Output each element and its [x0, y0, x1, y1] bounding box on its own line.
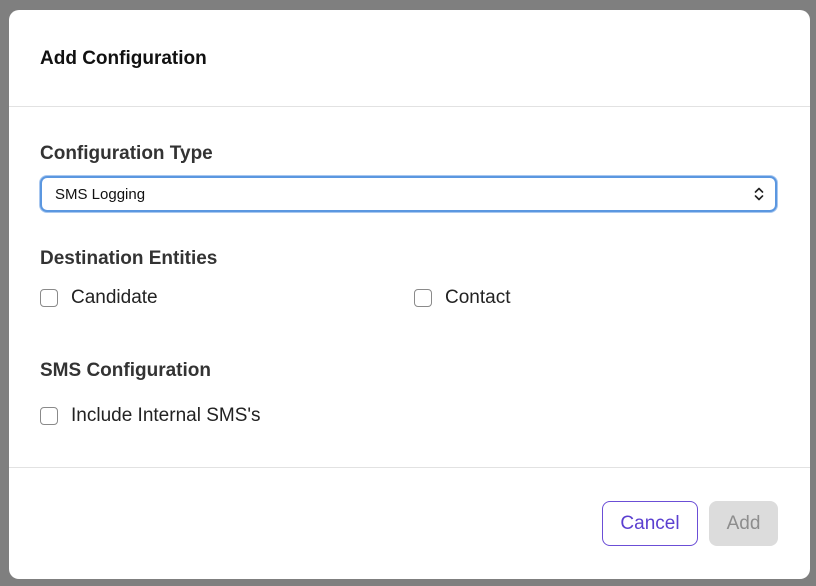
add-configuration-dialog: Add Configuration Configuration Type SMS…: [9, 10, 810, 579]
sms-configuration-label: SMS Configuration: [40, 360, 211, 381]
include-internal-sms-label: Include Internal SMS's: [71, 405, 261, 426]
candidate-checkbox-label: Candidate: [71, 287, 158, 308]
include-internal-sms-checkbox-item[interactable]: Include Internal SMS's: [40, 405, 261, 427]
contact-checkbox-item[interactable]: Contact: [414, 287, 510, 309]
configuration-type-value: SMS Logging: [55, 185, 146, 203]
dialog-footer: Cancel Add: [9, 468, 810, 579]
candidate-checkbox[interactable]: [40, 289, 58, 307]
sms-configuration-options: Include Internal SMS's: [40, 405, 779, 427]
cancel-button[interactable]: Cancel: [602, 501, 698, 546]
configuration-type-select[interactable]: SMS Logging: [40, 176, 777, 212]
dialog-title: Add Configuration: [40, 48, 207, 69]
destination-entities-label: Destination Entities: [40, 248, 218, 269]
configuration-type-section: Configuration Type SMS Logging: [40, 143, 779, 212]
include-internal-sms-checkbox[interactable]: [40, 407, 58, 425]
contact-checkbox-label: Contact: [445, 287, 511, 308]
sms-configuration-section: SMS Configuration Include Internal SMS's: [40, 360, 779, 427]
dialog-header: Add Configuration: [9, 10, 810, 107]
chevron-up-down-icon: [753, 185, 765, 203]
destination-entities-section: Destination Entities Candidate Contact: [40, 248, 779, 309]
destination-entities-options: Candidate Contact: [40, 287, 779, 309]
dialog-body: Configuration Type SMS Logging Destinati…: [9, 107, 810, 468]
contact-checkbox[interactable]: [414, 289, 432, 307]
configuration-type-label: Configuration Type: [40, 143, 213, 164]
candidate-checkbox-item[interactable]: Candidate: [40, 287, 414, 309]
add-button[interactable]: Add: [709, 501, 778, 546]
